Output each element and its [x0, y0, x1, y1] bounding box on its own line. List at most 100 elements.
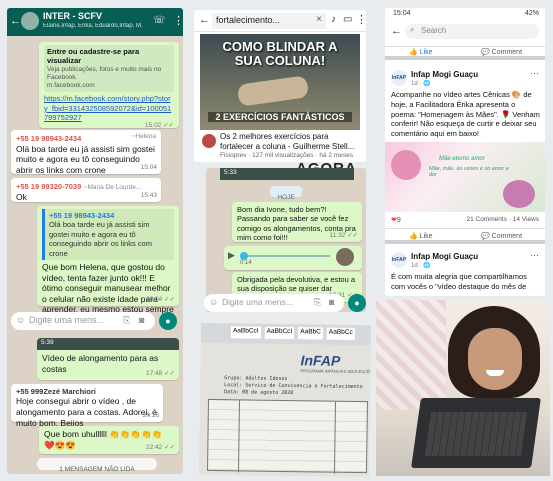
reply-message[interactable]: +55 19 98943-2434 Olá boa tarde eu já as…: [37, 206, 179, 325]
status-battery: 42%: [524, 10, 539, 17]
style-box[interactable]: AaBbC: [298, 327, 323, 340]
person-photo: [376, 300, 550, 476]
message-input[interactable]: ☺ Digite uma mens... ⎘ ◙: [11, 312, 155, 330]
style-box[interactable]: AaBbCcI: [264, 326, 295, 340]
post-avatar[interactable]: InFAP: [391, 70, 407, 86]
camera-icon[interactable]: ◙: [139, 315, 144, 325]
whatsapp-private-panel: 5:33 HOJE Bom dia Ivone, tudo bem?! Pass…: [206, 168, 366, 312]
group-title[interactable]: INTER - SCFV: [43, 11, 102, 21]
back-arrow-icon[interactable]: ←: [10, 15, 21, 27]
back-arrow-icon[interactable]: ←: [391, 25, 402, 37]
link-preview-bubble[interactable]: Entre ou cadastre-se para visualizar Vej…: [39, 42, 179, 129]
chat-header: ← INTER - SCFV Elaine,Infap, Erika, Edua…: [7, 8, 183, 36]
poem-line: Mãe, mãe, às vezes é só amor e dor: [429, 166, 509, 178]
facebook-link[interactable]: https://m.facebook.com/story.php?story_f…: [44, 94, 174, 122]
post-avatar[interactable]: InFAP: [391, 252, 407, 268]
post-author[interactable]: Infap Mogi Guaçu: [411, 252, 478, 261]
message-text: Hoje consegui abrir o vídeo , de alongam…: [16, 396, 157, 428]
post-time: 1d · 🌐: [411, 81, 431, 87]
video-thumbnail[interactable]: 5:39: [37, 338, 179, 350]
message-time: 11:32 ✓✓: [329, 231, 358, 239]
incoming-message[interactable]: +55 19 98943-2434 ~Helena Olá boa tarde …: [11, 130, 161, 175]
style-box[interactable]: AaBbCcI: [230, 326, 261, 339]
sender-avatar: [336, 248, 354, 266]
message-text: Olá boa tarde eu já assisti sim gostei m…: [16, 143, 155, 175]
audio-message[interactable]: ▶ 0:14: [224, 246, 362, 270]
search-input[interactable]: fortalecimento... ×: [212, 13, 326, 29]
message-input-bar: ☺ Digite uma mens... ⎘ ◙ ●: [11, 312, 179, 332]
message-time: 15:43: [140, 191, 157, 199]
cast-icon[interactable]: ▭: [343, 14, 352, 25]
emoji-icon[interactable]: ☺: [209, 297, 218, 307]
video-strip[interactable]: 5:33: [220, 168, 354, 180]
outgoing-message[interactable]: Que bom uhullllll 👏👏👏👏👏 ❤️😍😍 22:42 ✓✓: [39, 426, 179, 454]
comment-label: Comment: [491, 49, 523, 56]
doc-table: [207, 398, 368, 474]
thumbnail-figure: [236, 75, 310, 107]
person-face: [468, 328, 522, 390]
emoji-icon[interactable]: ☺: [16, 315, 25, 325]
doc-line: Data: 08 de agosto 2020: [224, 389, 294, 397]
audio-progress[interactable]: [240, 255, 330, 257]
comment-button[interactable]: 💬 Comment: [481, 232, 522, 240]
mic-button[interactable]: ●: [159, 312, 177, 330]
post-options-icon[interactable]: ⋯: [530, 250, 539, 261]
like-button[interactable]: 👍 Like: [409, 48, 433, 56]
sender-alias: ~Helena: [131, 133, 156, 140]
like-label: Like: [419, 233, 433, 240]
back-arrow-icon[interactable]: ←: [199, 14, 210, 26]
search-text: fortalecimento...: [216, 15, 281, 25]
sender-phone[interactable]: +55 999Zezé Marchiori: [16, 387, 158, 396]
group-avatar[interactable]: [21, 12, 39, 30]
search-icon: ⌕: [410, 25, 415, 34]
laptop-keyboard: [424, 412, 528, 456]
sender-phone[interactable]: +55 19 98943-2434: [16, 134, 81, 143]
audio-duration: 0:14: [240, 260, 252, 266]
sender-alias: ~Maria De Lourde...: [83, 184, 142, 191]
search-placeholder: Search: [421, 26, 447, 35]
like-label: Like: [419, 49, 433, 56]
video-duration: 5:33: [224, 169, 237, 176]
search-bar: ← ⌕ Search: [385, 22, 545, 42]
quoted-text: Olá boa tarde eu já assisti sim gostei m…: [49, 220, 152, 258]
action-bar: 👍 Like 💬 Comment: [385, 228, 545, 244]
mic-icon: ●: [165, 316, 171, 326]
camera-icon[interactable]: ◙: [329, 297, 334, 307]
post-image[interactable]: Mãe eterno amor Mãe, mãe, às vezes é só …: [385, 142, 545, 212]
more-options-icon[interactable]: ⋮: [356, 13, 366, 26]
outgoing-message[interactable]: Bom dia Ivone, tudo bem?! Passando para …: [232, 202, 362, 242]
style-box[interactable]: AaBbCc: [326, 327, 355, 340]
video-thumbnail[interactable]: COMO BLINDAR A SUA COLUNA! 2 EXERCÍCIOS …: [200, 34, 360, 130]
message-input[interactable]: ☺ Digite uma mens... ⎘ ◙: [204, 294, 344, 312]
play-icon[interactable]: ▶: [228, 250, 235, 261]
date-chip: HOJE: [270, 186, 302, 201]
clear-search-icon[interactable]: ×: [316, 14, 322, 25]
quoted-message[interactable]: +55 19 98943-2434 Olá boa tarde eu já as…: [42, 209, 174, 260]
incoming-message[interactable]: +55 19 99320-7039 ~Maria De Lourde... Ok…: [11, 178, 161, 202]
sender-phone[interactable]: +55 19 99320-7039: [16, 182, 81, 191]
video-title[interactable]: Os 2 melhores exercícios para fortalecer…: [220, 132, 356, 151]
like-button[interactable]: 👍 Like: [409, 232, 433, 240]
attach-icon[interactable]: ⎘: [123, 315, 130, 326]
video-meta: Fisioprev · 127 mil visualizações · há 2…: [220, 152, 353, 159]
video-message[interactable]: 5:39 Vídeo de alongamento para as costas…: [37, 338, 179, 380]
more-options-icon[interactable]: ⋮: [173, 14, 183, 27]
attach-icon[interactable]: ⎘: [314, 297, 321, 308]
document-panel: AaBbCcI AaBbCcI AaBbC AaBbCc InFAP PROGR…: [198, 322, 372, 478]
mic-icon[interactable]: ♪: [331, 14, 336, 25]
unread-banner: 1 MENSAGEM NÃO LIDA: [37, 458, 157, 473]
mic-button[interactable]: ●: [348, 294, 366, 312]
incoming-message[interactable]: +55 999Zezé Marchiori Hoje consegui abri…: [11, 384, 163, 428]
comment-button[interactable]: 💬 Comment: [481, 48, 522, 56]
youtube-panel: ← fortalecimento... × ♪ ▭ ⋮ COMO BLINDAR…: [194, 10, 366, 162]
audio-scrubber[interactable]: [240, 252, 248, 260]
post-options-icon[interactable]: ⋯: [530, 68, 539, 79]
search-input[interactable]: ⌕ Search: [405, 24, 539, 39]
post-text: É com muita alegria que compartilhamos c…: [391, 272, 527, 291]
message-time: 22:42 ✓✓: [146, 443, 175, 451]
add-call-icon[interactable]: ☏: [153, 15, 166, 26]
reactions-count[interactable]: ❤9: [391, 216, 401, 224]
channel-avatar[interactable]: [202, 134, 216, 148]
post-author[interactable]: Infap Mogi Guaçu: [411, 70, 478, 79]
comments-count[interactable]: 21 Comments · 14 Views: [467, 216, 540, 223]
